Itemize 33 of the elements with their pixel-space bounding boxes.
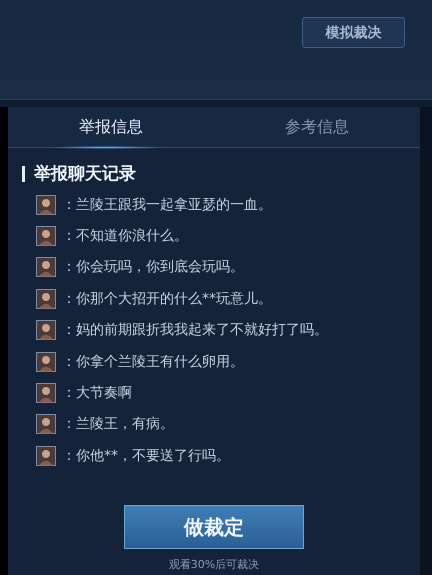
- avatar-icon: [36, 226, 56, 246]
- colon: ：: [62, 384, 76, 402]
- colon: ：: [62, 446, 76, 465]
- chat-message: 兰陵王，有病。: [76, 415, 174, 434]
- chat-message: 妈的前期跟折我我起来了不就好打了吗。: [76, 321, 328, 340]
- hint-text: 观看30%后可裁决: [168, 557, 260, 572]
- colon: ：: [62, 290, 76, 308]
- simulate-verdict-button[interactable]: 模拟裁决: [302, 17, 405, 48]
- chat-message: 兰陵王跟我一起拿亚瑟的一血。: [76, 196, 272, 214]
- colon: ：: [62, 227, 76, 246]
- tab[interactable]: 举报信息: [8, 107, 214, 147]
- colon: ：: [62, 196, 76, 214]
- section-title: 举报聊天记录: [34, 163, 136, 185]
- chat-message: 你会玩吗，你到底会玩吗。: [76, 258, 244, 276]
- colon: ：: [62, 321, 76, 340]
- avatar-icon: [36, 288, 56, 309]
- avatar-icon: [36, 257, 56, 278]
- avatar-icon: [36, 414, 56, 434]
- chat-message: 大节奏啊: [76, 384, 132, 402]
- avatar-icon: [36, 352, 56, 372]
- avatar-icon: [36, 320, 56, 340]
- colon: ：: [62, 415, 76, 434]
- tab[interactable]: 参考信息: [214, 107, 420, 147]
- chat-message: 你他**，不要送了行吗。: [76, 446, 230, 465]
- chat-message: 你拿个兰陵王有什么卵用。: [76, 352, 244, 371]
- make-verdict-button[interactable]: 做裁定: [124, 505, 304, 549]
- chat-message: 你那个大招开的什么**玩意儿。: [76, 290, 272, 308]
- chat-message: 不知道你浪什么。: [76, 227, 188, 246]
- avatar-icon: [36, 383, 56, 404]
- avatar-icon: [36, 446, 56, 466]
- avatar-icon: [36, 194, 56, 215]
- colon: ：: [62, 352, 76, 371]
- colon: ：: [62, 258, 76, 276]
